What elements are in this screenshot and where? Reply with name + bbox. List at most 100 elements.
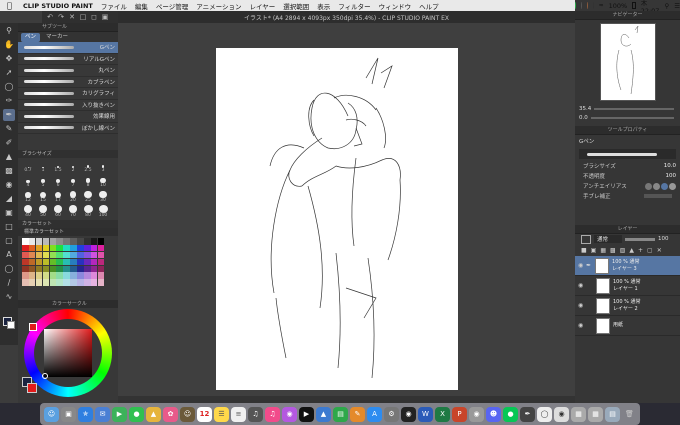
- avatar-icon[interactable]: [586, 2, 588, 9]
- color-swatch[interactable]: [63, 258, 70, 266]
- color-swatch[interactable]: [56, 258, 63, 266]
- brush-size-option[interactable]: 20: [66, 190, 80, 203]
- brush-size-option[interactable]: 15: [36, 190, 50, 203]
- menu-file[interactable]: ファイル: [101, 1, 127, 11]
- layer-draft-icon[interactable]: ▩: [610, 247, 616, 254]
- color-swatch[interactable]: [22, 279, 29, 286]
- color-swatch[interactable]: [35, 279, 43, 286]
- color-swatch[interactable]: [77, 272, 84, 279]
- transform-icon[interactable]: □: [79, 13, 87, 21]
- layer-name[interactable]: レイヤー 2: [613, 306, 641, 313]
- color-swatch[interactable]: [97, 272, 105, 279]
- color-swatch[interactable]: [97, 238, 105, 245]
- color-swatch[interactable]: [49, 244, 57, 252]
- photos-icon[interactable]: ✿: [163, 406, 178, 422]
- color-swatch[interactable]: [42, 238, 50, 245]
- color-swatch[interactable]: [35, 244, 43, 252]
- color-swatch[interactable]: [70, 244, 77, 252]
- menu-edit[interactable]: 編集: [135, 1, 148, 11]
- app-status-icon[interactable]: [592, 2, 594, 9]
- brush-size-option[interactable]: 70: [66, 205, 80, 218]
- podcasts-icon[interactable]: ◉: [282, 406, 297, 422]
- color-swatch[interactable]: [56, 251, 63, 259]
- blend-tool-icon[interactable]: ◉: [3, 179, 15, 191]
- color-swatch[interactable]: [90, 244, 98, 252]
- documents-folder-icon[interactable]: ▦: [588, 406, 603, 422]
- color-swatch[interactable]: [77, 251, 84, 259]
- app-icon[interactable]: ◉: [469, 406, 484, 422]
- brush-tool-icon[interactable]: ✐: [3, 137, 15, 149]
- visibility-eye-icon[interactable]: ◉: [578, 262, 586, 269]
- color-swatch[interactable]: [35, 238, 43, 245]
- color-swatch[interactable]: [56, 244, 63, 252]
- color-swatch[interactable]: [84, 258, 91, 266]
- layer-name[interactable]: レイヤー 1: [613, 286, 641, 293]
- text-tool-icon[interactable]: A: [3, 249, 15, 261]
- color-swatch[interactable]: [77, 238, 84, 245]
- app-store-icon[interactable]: A: [367, 406, 382, 422]
- brush-size-option[interactable]: 6: [51, 175, 65, 188]
- color-swatch[interactable]: [84, 251, 91, 259]
- color-swatch[interactable]: [22, 251, 29, 259]
- prop-value[interactable]: 10.0: [664, 163, 676, 169]
- color-set-name[interactable]: 標準カラーセット: [18, 228, 118, 236]
- color-swatch[interactable]: [84, 238, 91, 245]
- layer-mask-icon[interactable]: ▧: [620, 247, 626, 254]
- color-swatch[interactable]: [97, 265, 105, 273]
- reminders-icon[interactable]: ≡: [231, 406, 246, 422]
- color-swatch[interactable]: [49, 265, 57, 273]
- airbrush-tool-icon[interactable]: ▲: [3, 151, 15, 163]
- excel-icon[interactable]: X: [435, 406, 450, 422]
- color-swatch[interactable]: [35, 251, 43, 259]
- brush-size-option[interactable]: 100: [96, 205, 110, 218]
- menu-view[interactable]: 表示: [317, 1, 330, 11]
- color-swatch[interactable]: [35, 265, 43, 273]
- layer-name[interactable]: 用紙: [613, 322, 623, 329]
- menu-layer[interactable]: レイヤー: [249, 1, 275, 11]
- menu-selection[interactable]: 選択範囲: [283, 1, 309, 11]
- color-swatch[interactable]: [28, 238, 36, 245]
- color-swatch[interactable]: [97, 258, 105, 266]
- navigator-thumbnail[interactable]: [599, 23, 656, 101]
- color-swatch[interactable]: [70, 238, 77, 245]
- brush-size-option[interactable]: 0.7: [21, 160, 35, 173]
- correct-line-tool-icon[interactable]: ∿: [3, 291, 15, 303]
- layer-name[interactable]: レイヤー 3: [612, 266, 640, 273]
- color-swatch[interactable]: [49, 258, 57, 266]
- color-swatch[interactable]: [28, 265, 36, 273]
- prop-brush-size[interactable]: ブラシサイズ 10.0: [575, 161, 680, 171]
- color-swatch[interactable]: [70, 258, 77, 266]
- color-swatch[interactable]: [49, 272, 57, 279]
- color-swatch[interactable]: [28, 244, 36, 252]
- gradient-tool-icon[interactable]: ▣: [3, 207, 15, 219]
- balloon-tool-icon[interactable]: ◯: [3, 263, 15, 275]
- zoom-tool-icon[interactable]: ⚲: [3, 25, 15, 37]
- brush-size-option[interactable]: 80: [81, 205, 95, 218]
- clip-studio-icon[interactable]: ✒: [520, 406, 535, 422]
- eyedropper-tool-icon[interactable]: ✑: [3, 95, 15, 107]
- control-center-icon[interactable]: ☰: [674, 2, 680, 10]
- brush-size-option[interactable]: 8: [81, 175, 95, 188]
- color-swatch[interactable]: [22, 272, 29, 279]
- activity-icon[interactable]: ◉: [401, 406, 416, 422]
- tv-icon[interactable]: ▶: [299, 406, 314, 422]
- contacts-icon[interactable]: ☺: [180, 406, 195, 422]
- layer-row[interactable]: ◉ ✒ 100 % 通常 レイヤー 3: [575, 256, 680, 276]
- figure-tool-icon[interactable]: □: [3, 221, 15, 233]
- color-swatch[interactable]: [77, 244, 84, 252]
- word-icon[interactable]: W: [418, 406, 433, 422]
- menu-filter[interactable]: フィルター: [338, 1, 370, 11]
- color-swatch[interactable]: [56, 265, 63, 273]
- color-swatch[interactable]: [77, 279, 84, 286]
- discord-icon[interactable]: ☻: [486, 406, 501, 422]
- color-swatch[interactable]: [56, 272, 63, 279]
- layer-property-icon[interactable]: [581, 234, 591, 244]
- sub-color[interactable]: [27, 383, 37, 393]
- brush-size-option[interactable]: 1: [36, 160, 50, 173]
- system-preferences-icon[interactable]: ⚙: [384, 406, 399, 422]
- color-swatch[interactable]: [63, 244, 70, 252]
- color-swatch[interactable]: [35, 272, 43, 279]
- undo-icon[interactable]: ↶: [46, 13, 54, 21]
- brush-size-option[interactable]: 25: [81, 190, 95, 203]
- select-tool-icon[interactable]: ➚: [3, 67, 15, 79]
